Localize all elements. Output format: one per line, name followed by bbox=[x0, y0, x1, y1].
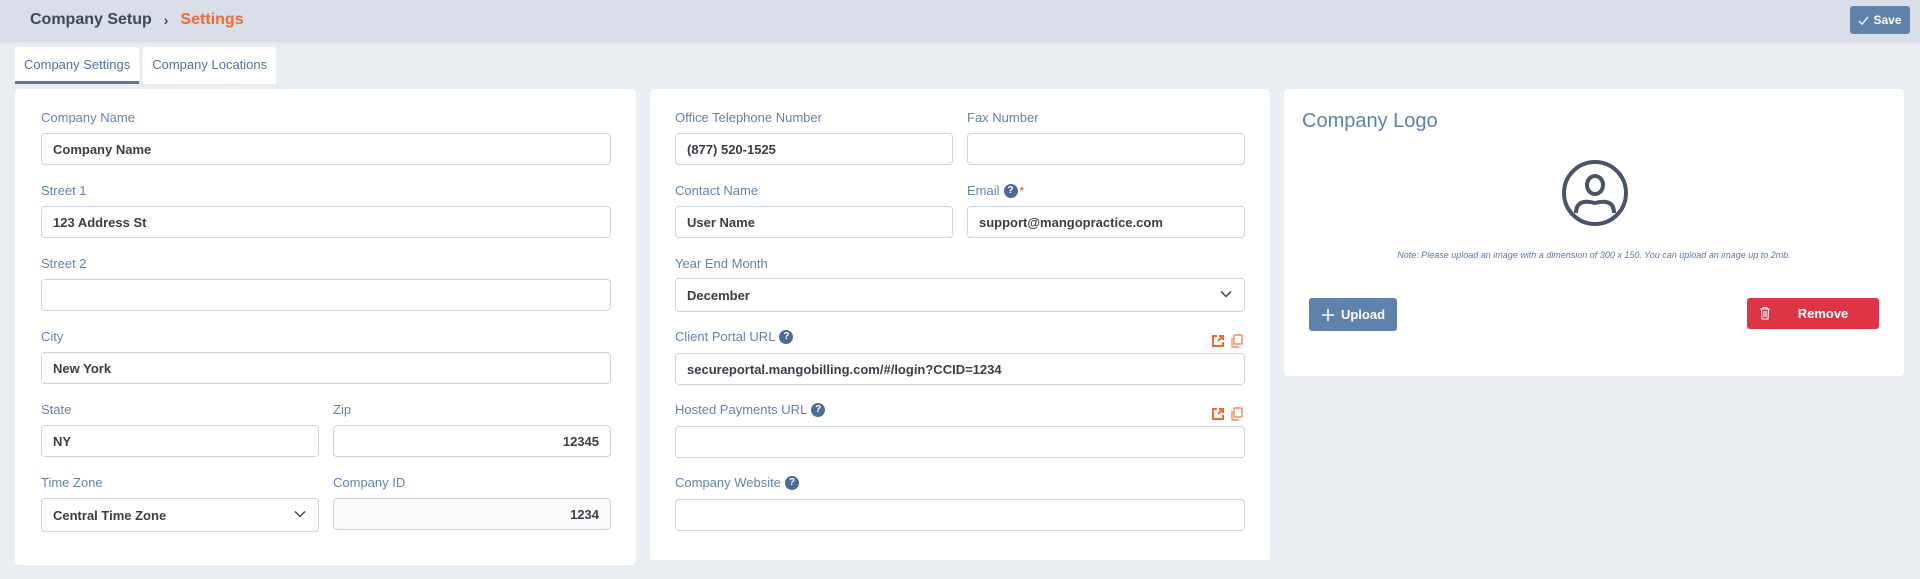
street2-input[interactable] bbox=[41, 279, 611, 311]
company-website-label-group: Company Website ? bbox=[675, 475, 799, 490]
hosted-payments-url-label-group: Hosted Payments URL ? bbox=[675, 402, 826, 417]
chevron-down-icon bbox=[294, 510, 306, 518]
top-bar: Company Setup › Settings Save bbox=[0, 0, 1920, 41]
company-website-input[interactable] bbox=[675, 499, 1245, 531]
company-name-label: Company Name bbox=[41, 110, 135, 125]
breadcrumb: Company Setup › Settings bbox=[30, 11, 244, 29]
office-phone-input[interactable]: (877) 520-1525 bbox=[675, 133, 953, 165]
company-contact-card: Office Telephone Number (877) 520-1525 F… bbox=[650, 89, 1270, 560]
hosted-payments-url-label: Hosted Payments URL bbox=[675, 402, 808, 417]
remove-button-label: Remove bbox=[1797, 306, 1849, 321]
hosted-payments-url-actions bbox=[1211, 407, 1244, 421]
contact-name-label: Contact Name bbox=[675, 183, 759, 198]
upload-button-label: Upload bbox=[1340, 307, 1386, 322]
check-icon bbox=[1858, 15, 1870, 25]
state-label: State bbox=[41, 402, 72, 417]
tab-company-settings[interactable]: Company Settings bbox=[15, 47, 140, 84]
year-end-month-select[interactable]: December bbox=[675, 278, 1245, 312]
external-link-icon[interactable] bbox=[1211, 334, 1225, 348]
save-button-label: Save bbox=[1873, 13, 1902, 27]
tab-bar: Company Settings Company Locations bbox=[15, 47, 277, 84]
office-phone-label: Office Telephone Number bbox=[675, 110, 822, 125]
company-website-label: Company Website bbox=[675, 475, 781, 490]
upload-note: Note: Please upload an image with a dime… bbox=[1397, 250, 1791, 260]
client-portal-url-input[interactable]: secureportal.mangobilling.com/#/login?CC… bbox=[675, 353, 1245, 385]
plus-icon bbox=[1321, 308, 1334, 321]
user-avatar-icon bbox=[1562, 160, 1628, 226]
street1-input[interactable]: 123 Address St bbox=[41, 206, 611, 238]
client-portal-url-actions bbox=[1211, 334, 1244, 348]
remove-button[interactable]: Remove bbox=[1747, 298, 1879, 329]
breadcrumb-current: Settings bbox=[180, 11, 244, 28]
zip-label: Zip bbox=[333, 402, 352, 417]
upload-button[interactable]: Upload bbox=[1309, 298, 1397, 331]
help-icon[interactable]: ? bbox=[784, 475, 799, 490]
external-link-icon[interactable] bbox=[1211, 407, 1225, 421]
year-end-month-label: Year End Month bbox=[675, 256, 768, 271]
street1-label: Street 1 bbox=[41, 183, 87, 198]
breadcrumb-separator: › bbox=[163, 12, 169, 28]
email-label-group: Email ? * bbox=[967, 183, 1024, 198]
client-portal-url-label: Client Portal URL bbox=[675, 329, 776, 344]
state-input[interactable]: NY bbox=[41, 425, 319, 457]
copy-icon[interactable] bbox=[1230, 334, 1244, 348]
help-icon[interactable]: ? bbox=[1003, 183, 1018, 198]
contact-name-input[interactable]: User Name bbox=[675, 206, 953, 238]
client-portal-url-label-group: Client Portal URL ? bbox=[675, 329, 794, 344]
company-logo-title: Company Logo bbox=[1302, 110, 1438, 132]
time-zone-select[interactable]: Central Time Zone bbox=[41, 498, 319, 532]
time-zone-label: Time Zone bbox=[41, 475, 103, 490]
company-name-input[interactable]: Company Name bbox=[41, 133, 611, 165]
street2-label: Street 2 bbox=[41, 256, 87, 271]
fax-input[interactable] bbox=[967, 133, 1245, 165]
help-icon[interactable]: ? bbox=[811, 402, 826, 417]
email-label: Email bbox=[967, 183, 1000, 198]
city-label: City bbox=[41, 329, 64, 344]
email-input[interactable]: support@mangopractice.com bbox=[967, 206, 1245, 238]
save-button[interactable]: Save bbox=[1850, 6, 1910, 34]
chevron-down-icon bbox=[1220, 290, 1232, 298]
tab-company-locations[interactable]: Company Locations bbox=[143, 47, 277, 84]
breadcrumb-company-setup[interactable]: Company Setup bbox=[30, 11, 152, 29]
zip-input[interactable]: 12345 bbox=[333, 425, 611, 457]
help-icon[interactable]: ? bbox=[779, 329, 794, 344]
hosted-payments-url-input[interactable] bbox=[675, 426, 1245, 458]
company-address-card: Company Name Company Name Street 1 123 A… bbox=[15, 89, 636, 565]
fax-label: Fax Number bbox=[967, 110, 1039, 125]
copy-icon[interactable] bbox=[1230, 407, 1244, 421]
city-input[interactable]: New York bbox=[41, 352, 611, 384]
company-id-label: Company ID bbox=[333, 475, 406, 490]
required-asterisk: * bbox=[1019, 183, 1025, 198]
time-zone-value: Central Time Zone bbox=[53, 507, 167, 523]
company-logo-card: Company Logo Note: Please upload an imag… bbox=[1284, 89, 1904, 376]
company-id-input: 1234 bbox=[333, 498, 611, 530]
year-end-month-value: December bbox=[687, 287, 750, 303]
